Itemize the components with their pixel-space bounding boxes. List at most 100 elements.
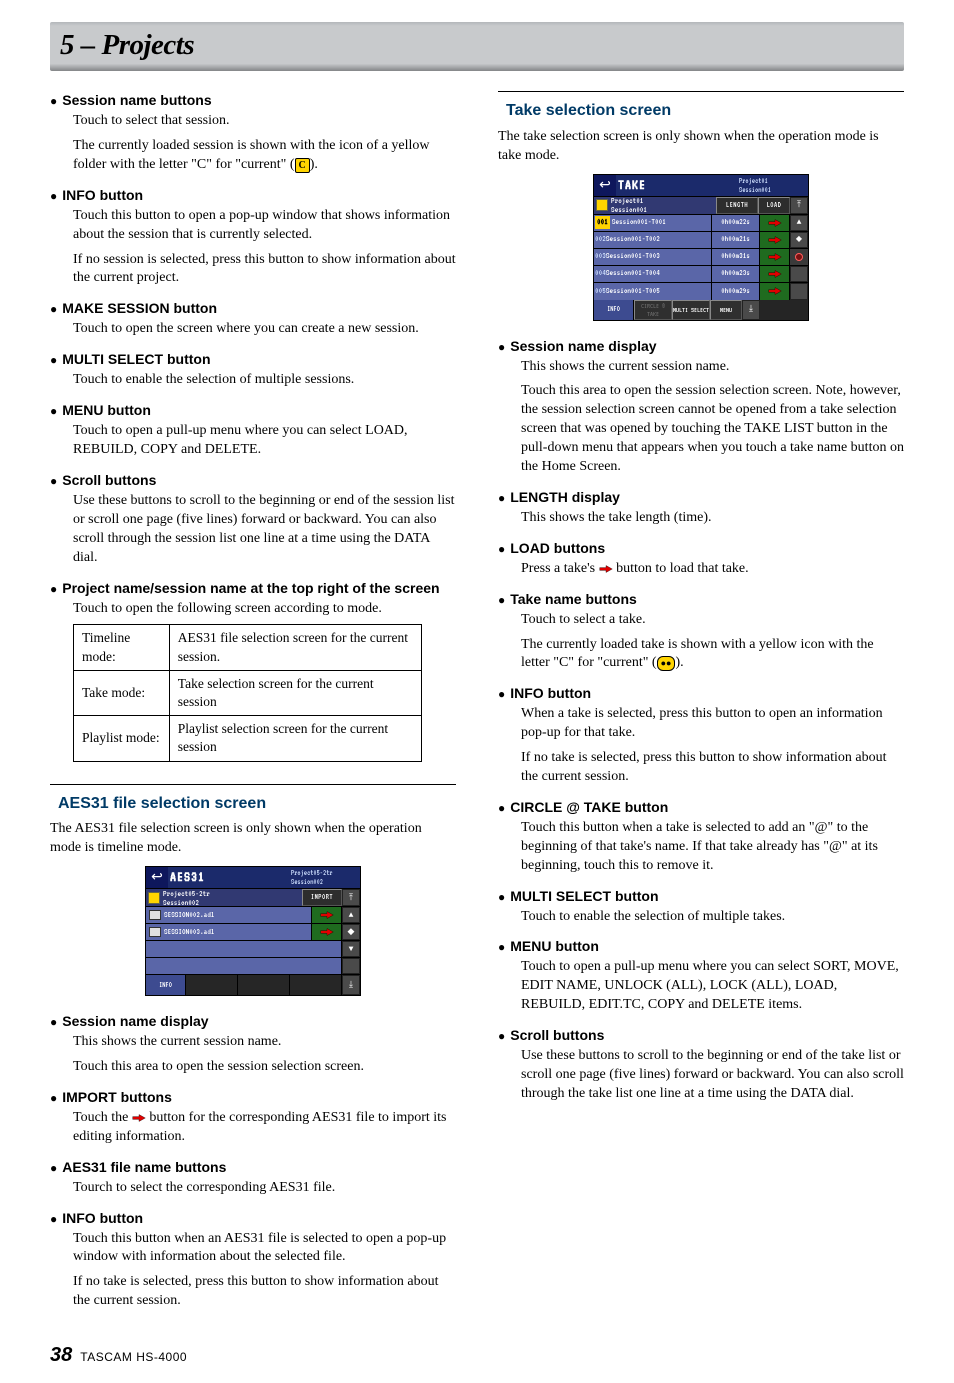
section-heading: MENU button: [510, 937, 599, 956]
bullet-icon: ●: [50, 1209, 57, 1230]
import-button[interactable]: [312, 907, 342, 923]
load-button[interactable]: [760, 266, 790, 282]
scroll-bottom-button[interactable]: ⤓: [342, 975, 360, 995]
aes-file-button[interactable]: SESSION003.adl: [146, 924, 312, 940]
body-text: The currently loaded take is shown with …: [521, 636, 904, 674]
scroll-top-button[interactable]: ⤒: [790, 197, 808, 214]
bullet-icon: ●: [498, 539, 505, 560]
bullet-icon: ●: [50, 350, 57, 371]
load-button[interactable]: [760, 283, 790, 300]
folder-icon: [596, 199, 608, 211]
body-text: The take selection screen is only shown …: [498, 128, 904, 166]
page-footer: 38 TASCAM HS-4000: [50, 1342, 904, 1369]
rule: [50, 784, 456, 785]
section-heading: INFO button: [62, 186, 143, 205]
section-heading: Take name buttons: [510, 590, 637, 609]
file-icon: [149, 910, 161, 920]
circle-take-button[interactable]: CIRCLE @ TAKE: [634, 300, 672, 320]
arrow-icon: [599, 564, 613, 574]
body-text: Touch to open a pull-up menu where you c…: [73, 422, 456, 460]
body-text: Tourch to select the corresponding AES31…: [73, 1179, 456, 1198]
scroll-indicator[interactable]: ◆: [342, 924, 360, 940]
record-indicator: [790, 249, 808, 265]
table-cell: Playlist selection screen for the curren…: [169, 716, 421, 761]
bullet-icon: ●: [50, 1012, 57, 1033]
section-heading: Session name buttons: [62, 91, 211, 110]
load-header: LOAD: [758, 197, 790, 214]
body-text: Touch to open the screen where you can c…: [73, 320, 456, 339]
chapter-header: 5 – Projects: [50, 22, 904, 71]
load-button[interactable]: [760, 249, 790, 265]
take-name-button[interactable]: 002Session001-T002: [594, 232, 712, 248]
page-number: 38: [50, 1342, 72, 1369]
multi-select-button[interactable]: MULTI SELECT: [672, 300, 710, 320]
bullet-icon: ●: [498, 590, 505, 611]
take-name-button[interactable]: 005Session001-T005: [594, 283, 712, 300]
take-name-button[interactable]: 004Session001-T004: [594, 266, 712, 282]
project-session-label[interactable]: Project01 Session001: [736, 175, 808, 196]
section-heading: MENU button: [62, 401, 151, 420]
project-session-label[interactable]: Project05-2tr Session002: [288, 867, 360, 888]
section-heading: Session name display: [62, 1012, 208, 1031]
body-text: Touch to select that session.: [73, 112, 456, 131]
body-text: The currently loaded session is shown wi…: [73, 137, 456, 175]
scroll-button[interactable]: ◆: [790, 232, 808, 248]
scroll-bottom-button[interactable]: ⤓: [742, 300, 760, 320]
take-name-button[interactable]: 003Session001-T003: [594, 249, 712, 265]
back-icon[interactable]: ↩: [594, 175, 616, 196]
body-text: Touch to open the following screen accor…: [73, 600, 456, 619]
scroll-page-up-button[interactable]: ▲: [342, 907, 360, 923]
table-cell: Timeline mode:: [74, 625, 170, 670]
session-name-display[interactable]: Project05-2tr Session002: [146, 889, 302, 906]
scroll-page-down-button[interactable]: ▼: [342, 941, 360, 957]
table-cell: Playlist mode:: [74, 716, 170, 761]
body-text: Touch this button to open a pop-up windo…: [73, 207, 456, 245]
body-text: Touch to enable the selection of multipl…: [73, 371, 456, 390]
table-cell: AES31 file selection screen for the curr…: [169, 625, 421, 670]
take-screenshot: ↩ TAKE Project01 Session001 Project01 Se…: [593, 174, 809, 321]
model-name: TASCAM HS-4000: [80, 1349, 187, 1365]
mode-table: Timeline mode:AES31 file selection scree…: [73, 624, 422, 761]
section-heading: INFO button: [510, 684, 591, 703]
aes-file-button[interactable]: SESSION002.adl: [146, 907, 312, 923]
section-heading: INFO button: [62, 1209, 143, 1228]
bullet-icon: ●: [498, 1026, 505, 1047]
scroll-button[interactable]: [790, 283, 808, 300]
bullet-icon: ●: [50, 1088, 57, 1109]
load-button[interactable]: [760, 215, 790, 231]
section-heading: MAKE SESSION button: [62, 299, 217, 318]
bullet-icon: ●: [50, 579, 57, 600]
body-text: Touch to open a pull-up menu where you c…: [521, 958, 904, 1015]
body-text: Press a take's button to load that take.: [521, 560, 904, 579]
body-text: Use these buttons to scroll to the begin…: [73, 492, 456, 568]
menu-button[interactable]: MENU: [710, 300, 742, 320]
body-text: If no take is selected, press this butto…: [521, 749, 904, 787]
bullet-icon: ●: [498, 684, 505, 705]
body-text: Touch to select a take.: [521, 611, 904, 630]
section-heading: AES31 file name buttons: [62, 1158, 226, 1177]
scroll-button[interactable]: [790, 266, 808, 282]
bullet-icon: ●: [50, 401, 57, 422]
scroll-top-button[interactable]: ⤒: [342, 889, 360, 906]
section-heading: Scroll buttons: [510, 1026, 604, 1045]
bullet-icon: ●: [498, 488, 505, 509]
info-button[interactable]: INFO: [594, 300, 634, 320]
body-text: If no session is selected, press this bu…: [73, 251, 456, 289]
import-button[interactable]: [312, 924, 342, 940]
back-icon[interactable]: ↩: [146, 867, 168, 888]
info-button[interactable]: INFO: [146, 975, 186, 995]
length-display: 0h00m23s: [712, 266, 760, 282]
scroll-button[interactable]: ▲: [790, 215, 808, 231]
section-heading: CIRCLE @ TAKE button: [510, 798, 668, 817]
session-name-display[interactable]: Project01 Session001: [594, 197, 716, 214]
load-button[interactable]: [760, 232, 790, 248]
left-column: ● Session name buttons Touch to select th…: [50, 91, 456, 1322]
body-text: If no take is selected, press this butto…: [73, 1273, 456, 1311]
body-text: Touch this area to open the session sele…: [521, 382, 904, 476]
body-text: The AES31 file selection screen is only …: [50, 820, 456, 858]
body-text: This shows the current session name.: [73, 1033, 456, 1052]
body-text: Touch this area to open the session sele…: [73, 1058, 456, 1077]
take-name-button[interactable]: 001Session001-T001: [594, 215, 712, 231]
aes31-screenshot: ↩ AES31 Project05-2tr Session002 Project…: [145, 866, 361, 996]
right-column: Take selection screen The take selection…: [498, 91, 904, 1322]
